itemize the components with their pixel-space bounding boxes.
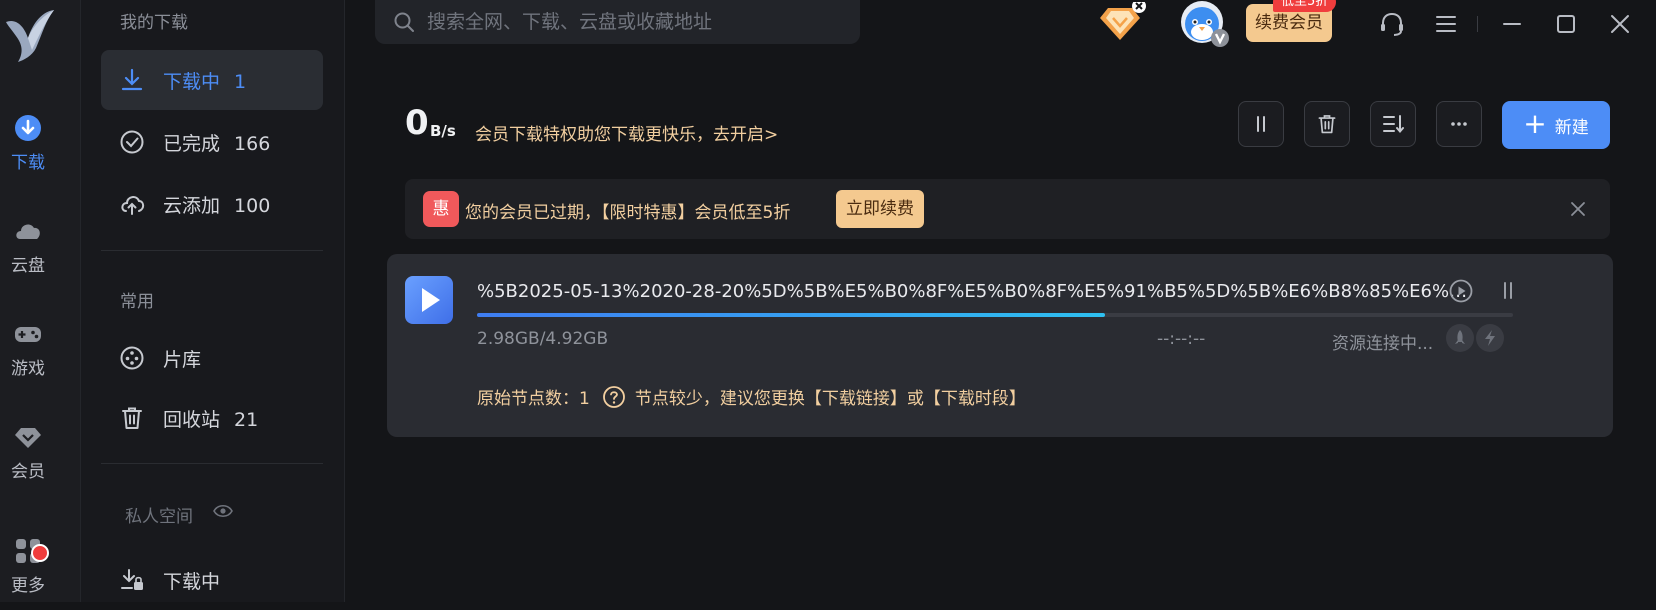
download-circle-icon: [15, 115, 41, 141]
rail-item-games[interactable]: 游戏: [0, 318, 56, 379]
sidebar-item-library[interactable]: 片库: [101, 328, 323, 388]
sidebar-divider: [101, 463, 323, 464]
download-sidebar: 我的下载 下载中 1 已完成 166 云添加 100 常用 片库 回收站 21 …: [81, 0, 345, 602]
vip-diamond-icon[interactable]: [1099, 2, 1147, 44]
search-bar[interactable]: [375, 0, 860, 44]
more-dots-icon: [1451, 122, 1467, 126]
sidebar-header: 我的下载: [120, 13, 188, 33]
trash-icon: [122, 407, 142, 429]
cloud-upload-icon: [121, 196, 145, 215]
download-task-row[interactable]: %5B2025-05-13%2020-28-20%5D%5B%E5%B0%8F%…: [387, 254, 1613, 437]
sort-icon: [1383, 115, 1404, 134]
discount-badge-icon: 惠: [423, 191, 459, 227]
lightning-boost-button[interactable]: [1476, 324, 1504, 352]
download-arrow-icon: [121, 68, 143, 91]
check-circle-icon: [120, 130, 144, 154]
node-hint: 节点较少，建议您更换【下载链接】或【下载时段】: [634, 389, 1026, 409]
sidebar-item-count: 1: [234, 71, 247, 93]
diamond-icon: [15, 428, 41, 448]
sidebar-item-label: 下载中: [163, 71, 221, 93]
notification-dot: [31, 544, 49, 562]
sidebar-item-private-downloading[interactable]: 下载中: [101, 550, 323, 610]
sidebar-item-label: 下载中: [163, 571, 221, 593]
banner-message: 您的会员已过期，【限时特惠】会员低至5折: [465, 203, 791, 223]
gamepad-icon: [15, 327, 41, 342]
rail-label: 会员: [11, 462, 45, 482]
download-lock-icon: [121, 569, 143, 590]
sidebar-item-label: 片库: [163, 349, 202, 371]
download-speed-value: 0: [405, 103, 429, 143]
sidebar-section-private: 私人空间: [125, 507, 193, 527]
sort-button[interactable]: [1370, 101, 1416, 147]
vip-speed-promo-link[interactable]: 会员下载特权助您下载更快乐，去开启>: [475, 120, 778, 145]
delete-button[interactable]: [1304, 101, 1350, 147]
help-circle-icon[interactable]: [602, 385, 626, 409]
eye-icon[interactable]: [213, 503, 233, 519]
headset-icon[interactable]: [1378, 10, 1406, 38]
titlebar-divider: [1477, 16, 1478, 32]
task-progress-fill: [477, 313, 1105, 317]
discount-tag: 低至5折: [1273, 0, 1337, 12]
rocket-icon: [1455, 330, 1465, 344]
download-speed-unit: B/s: [430, 122, 456, 140]
lightning-icon: [1485, 330, 1495, 346]
rail-label: 云盘: [11, 256, 45, 276]
app-logo-icon: [6, 10, 54, 62]
rocket-boost-button[interactable]: [1446, 324, 1474, 352]
sidebar-item-label: 云添加: [163, 195, 221, 217]
search-icon: [394, 12, 414, 32]
pause-all-button[interactable]: [1238, 101, 1284, 147]
rail-item-more[interactable]: 更多: [0, 535, 56, 596]
plus-icon: +: [1523, 106, 1547, 140]
sidebar-item-count: 21: [234, 409, 259, 431]
film-reel-icon: [120, 346, 144, 370]
task-file-name: %5B2025-05-13%2020-28-20%5D%5B%E5%B0%8F%…: [477, 281, 1477, 302]
node-count: 原始节点数：1: [477, 389, 590, 409]
rail-label: 更多: [11, 576, 45, 596]
more-options-button[interactable]: [1436, 101, 1482, 147]
sidebar-item-recycle-bin[interactable]: 回收站 21: [101, 388, 323, 448]
menu-icon[interactable]: [1432, 10, 1460, 38]
sidebar-item-cloud-add[interactable]: 云添加 100: [101, 174, 323, 234]
sidebar-item-count: 166: [234, 133, 271, 155]
avatar[interactable]: [1180, 0, 1232, 48]
rail-item-cloud[interactable]: 云盘: [0, 215, 56, 276]
task-progress-bar: [477, 313, 1513, 317]
sidebar-item-completed[interactable]: 已完成 166: [101, 112, 323, 172]
rail-item-vip[interactable]: 会员: [0, 421, 56, 482]
rail-label: 下载: [11, 153, 45, 173]
task-time-left: --:--:--: [1157, 329, 1206, 349]
search-input[interactable]: [425, 10, 849, 34]
task-node-info: 原始节点数：1 节点较少，建议您更换【下载链接】或【下载时段】: [477, 384, 1026, 409]
new-download-button[interactable]: + 新建: [1502, 101, 1610, 149]
cloud-icon: [16, 224, 40, 239]
rail-label: 游戏: [11, 359, 45, 379]
renew-now-button[interactable]: 立即续费: [836, 190, 924, 228]
sidebar-item-label: 回收站: [163, 409, 221, 431]
minimize-icon[interactable]: [1498, 10, 1526, 38]
sidebar-item-label: 已完成: [163, 133, 221, 155]
pause-icon[interactable]: [1493, 276, 1523, 306]
task-size: 2.98GB/4.92GB: [477, 329, 609, 349]
maximize-icon[interactable]: [1552, 10, 1580, 38]
trash-icon: [1318, 115, 1336, 134]
close-icon[interactable]: [1568, 199, 1588, 219]
task-status: 资源连接中...: [1332, 334, 1434, 354]
sidebar-divider: [101, 250, 323, 251]
rail-item-download[interactable]: 下载: [0, 112, 56, 173]
sidebar-item-downloading[interactable]: 下载中 1: [101, 50, 323, 110]
sidebar-item-count: 100: [234, 195, 271, 217]
video-file-icon: [405, 276, 453, 324]
new-download-label: 新建: [1554, 117, 1589, 138]
pause-icon: [1257, 116, 1265, 132]
sidebar-section-common: 常用: [120, 292, 154, 312]
play-circle-icon[interactable]: [1446, 276, 1476, 306]
app-rail: 下载 云盘 游戏 会员 更多: [0, 0, 81, 602]
close-window-icon[interactable]: [1606, 10, 1634, 38]
membership-expired-banner: 惠 您的会员已过期，【限时特惠】会员低至5折 立即续费: [405, 179, 1610, 239]
